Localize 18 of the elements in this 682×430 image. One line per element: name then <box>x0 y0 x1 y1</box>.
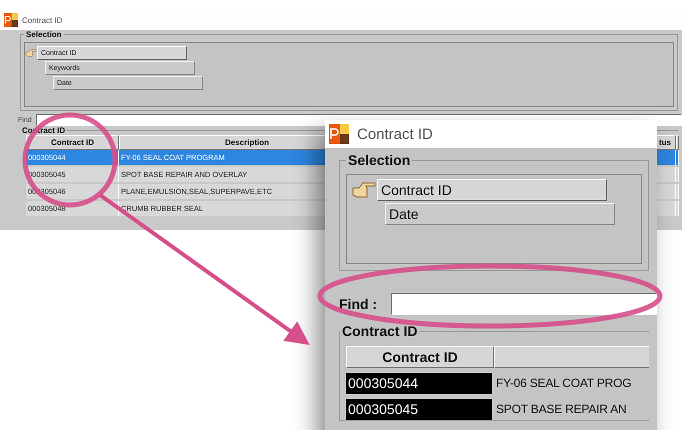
selection-group-label: Selection <box>347 152 412 168</box>
column-header[interactable]: Contract ID <box>346 346 494 368</box>
table-cell: 000305044 <box>346 373 492 394</box>
window-title: Contract ID <box>22 16 62 24</box>
find-field[interactable] <box>391 293 657 315</box>
selection-group-label: Selection <box>25 30 63 39</box>
find-label: Find : <box>339 296 378 312</box>
app-logo-icon <box>329 124 349 144</box>
column-header[interactable] <box>676 135 679 150</box>
sort-option-button[interactable]: Contract ID <box>377 179 607 201</box>
sort-option-button[interactable]: Date <box>385 203 615 225</box>
results-group-label: Contract ID <box>341 323 418 339</box>
table-cell: 000305045 <box>346 399 492 420</box>
pointing-hand-icon <box>351 180 377 200</box>
app-logo-icon <box>4 13 18 27</box>
column-header[interactable] <box>494 346 649 368</box>
pointing-hand-icon <box>25 48 37 58</box>
dialog-title: Contract ID <box>357 126 433 142</box>
